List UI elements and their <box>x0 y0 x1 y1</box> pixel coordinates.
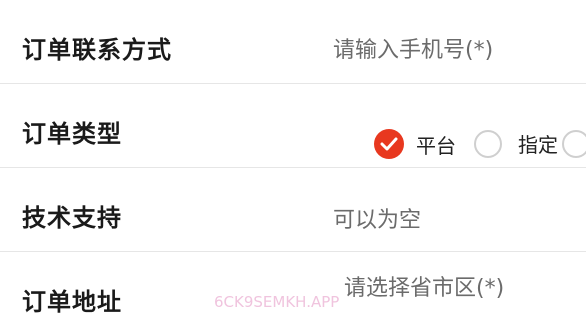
support-row: 技术支持 <box>0 168 586 252</box>
radio-option-designated-unselected[interactable] <box>474 130 502 158</box>
contact-row: 订单联系方式 <box>0 0 586 84</box>
order-type-label: 订单类型 <box>22 120 122 148</box>
watermark: 6CK9SEMKH.APP <box>214 293 340 311</box>
region-select[interactable] <box>344 272 580 304</box>
radio-label-platform: 平台 <box>416 133 456 158</box>
radio-option-platform[interactable]: 平台 <box>374 129 456 159</box>
address-row: 订单地址 <box>0 252 586 324</box>
support-input[interactable] <box>333 204 573 236</box>
check-icon <box>374 129 404 159</box>
address-label: 订单地址 <box>22 288 122 316</box>
radio-unchecked-icon <box>474 130 502 158</box>
order-type-row: 订单类型 平台 指定 <box>0 84 586 168</box>
phone-input[interactable] <box>333 34 573 66</box>
contact-label: 订单联系方式 <box>22 36 172 64</box>
support-label: 技术支持 <box>22 204 122 232</box>
radio-unchecked-icon <box>562 129 586 158</box>
radio-option-designated[interactable]: 指定 <box>518 129 586 158</box>
radio-label-designated: 指定 <box>518 133 558 157</box>
